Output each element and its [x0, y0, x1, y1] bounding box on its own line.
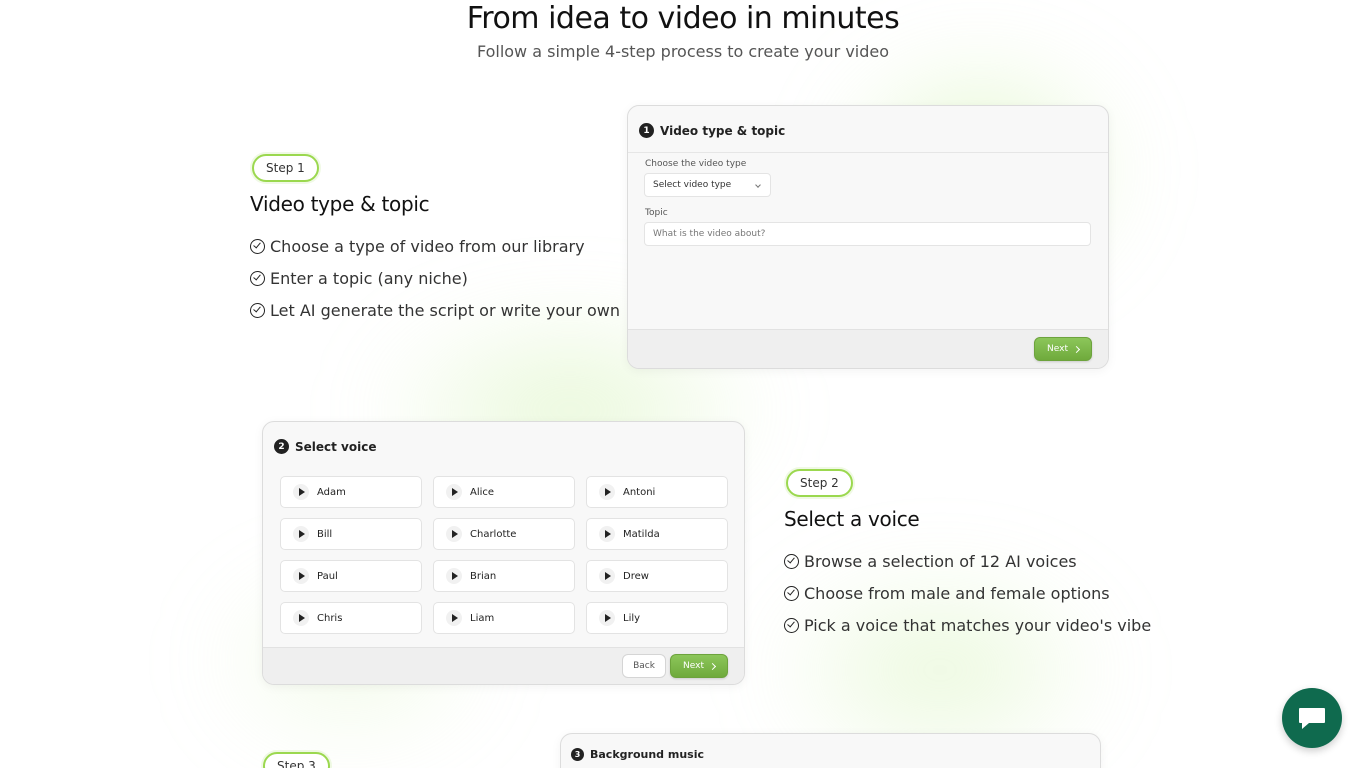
step-3-badge: Step 3 — [263, 752, 330, 768]
card-header: 1 Video type & topic — [639, 123, 785, 138]
voice-option[interactable]: Drew — [586, 560, 728, 592]
step-number-badge: 2 — [274, 439, 289, 454]
select-voice-card-preview: 2 Select voice Adam Alice Antoni Bill Ch… — [262, 421, 745, 685]
check-circle-icon — [784, 553, 799, 569]
play-icon — [299, 488, 305, 496]
play-icon — [605, 572, 611, 580]
voice-option[interactable]: Paul — [280, 560, 422, 592]
voice-option[interactable]: Liam — [433, 602, 575, 634]
play-icon — [605, 614, 611, 622]
check-circle-icon — [250, 302, 265, 318]
step-2-bullets: Browse a selection of 12 AI voices Choos… — [784, 545, 1151, 641]
topic-input[interactable]: What is the video about? — [644, 222, 1091, 246]
check-circle-icon — [784, 617, 799, 633]
chevron-right-icon — [1072, 345, 1081, 353]
card-header-title: Video type & topic — [660, 123, 786, 138]
check-circle-icon — [784, 585, 799, 601]
card-footer: Next — [628, 329, 1108, 368]
voice-option[interactable]: Lily — [586, 602, 728, 634]
card-header-title: Select voice — [295, 439, 377, 454]
step-1-title: Video type & topic — [250, 192, 430, 216]
play-icon — [299, 530, 305, 538]
chat-launcher-button[interactable] — [1282, 688, 1342, 748]
voice-option[interactable]: Brian — [433, 560, 575, 592]
voice-option[interactable]: Charlotte — [433, 518, 575, 550]
card-header: 3 Background music — [571, 748, 704, 761]
step-number-badge: 3 — [571, 748, 584, 761]
step-1-badge: Step 1 — [252, 154, 319, 182]
bullet-item: Pick a voice that matches your video's v… — [784, 609, 1151, 641]
background-music-card-preview: 3 Background music — [560, 733, 1101, 768]
play-icon — [299, 572, 305, 580]
card-header-title: Background music — [590, 748, 704, 761]
chevron-right-icon — [708, 662, 717, 670]
voice-option[interactable]: Bill — [280, 518, 422, 550]
voice-option[interactable]: Matilda — [586, 518, 728, 550]
play-icon — [452, 488, 458, 496]
bullet-item: Enter a topic (any niche) — [250, 262, 620, 294]
step-number-badge: 1 — [639, 123, 654, 138]
next-button[interactable]: Next — [1034, 337, 1092, 361]
bullet-item: Let AI generate the script or write your… — [250, 294, 620, 326]
voice-option[interactable]: Alice — [433, 476, 575, 508]
topic-label: Topic — [645, 208, 668, 218]
step-2-title: Select a voice — [784, 507, 920, 531]
voice-option[interactable]: Chris — [280, 602, 422, 634]
next-button[interactable]: Next — [670, 654, 728, 678]
play-icon — [605, 488, 611, 496]
step-1-bullets: Choose a type of video from our library … — [250, 230, 620, 326]
video-type-label: Choose the video type — [645, 159, 747, 169]
bullet-item: Browse a selection of 12 AI voices — [784, 545, 1151, 577]
video-type-card-preview: 1 Video type & topic Choose the video ty… — [627, 105, 1109, 369]
section-title: From idea to video in minutes — [466, 1, 900, 36]
back-button[interactable]: Back — [622, 654, 666, 678]
play-icon — [605, 530, 611, 538]
check-circle-icon — [250, 270, 265, 286]
page: From idea to video in minutes Follow a s… — [0, 0, 1366, 768]
section-subtitle: Follow a simple 4-step process to create… — [476, 42, 890, 61]
chat-bubble-icon — [1299, 708, 1325, 729]
chevron-down-icon — [755, 182, 761, 188]
divider — [628, 152, 1108, 153]
check-circle-icon — [250, 238, 265, 254]
play-icon — [452, 572, 458, 580]
video-type-select[interactable]: Select video type — [644, 173, 771, 197]
voice-option[interactable]: Antoni — [586, 476, 728, 508]
play-icon — [452, 530, 458, 538]
step-2-badge: Step 2 — [786, 469, 853, 497]
card-header: 2 Select voice — [274, 439, 377, 454]
card-footer: Back Next — [263, 647, 744, 684]
voice-option[interactable]: Adam — [280, 476, 422, 508]
bullet-item: Choose a type of video from our library — [250, 230, 620, 262]
play-icon — [299, 614, 305, 622]
bullet-item: Choose from male and female options — [784, 577, 1151, 609]
play-icon — [452, 614, 458, 622]
voice-grid: Adam Alice Antoni Bill Charlotte Matilda… — [280, 476, 728, 634]
